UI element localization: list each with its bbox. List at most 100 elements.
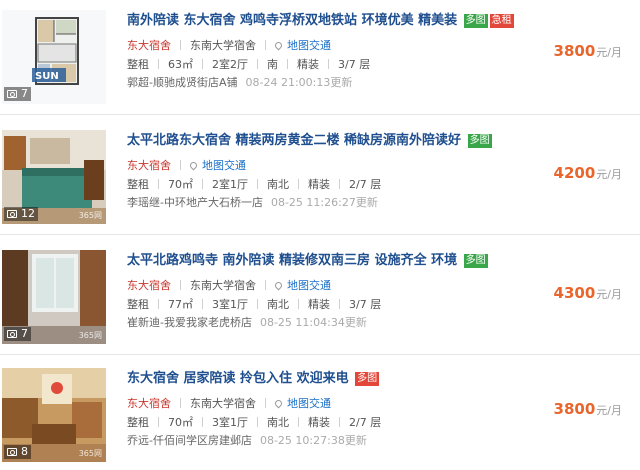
- listing-card[interactable]: 12 365网 太平北路东大宿舍 精装两房黄金二楼 稀缺房源南外陪读好 多图 东…: [0, 120, 640, 232]
- listing-card[interactable]: SUN 7 南外陪读 东大宿舍 鸡鸣寺浮桥双地铁站 环境优美 精美装 多图 急租 …: [0, 0, 640, 112]
- camera-icon: [7, 448, 17, 456]
- listing-thumbnail[interactable]: 12 365网: [2, 130, 106, 224]
- separator: [202, 59, 203, 69]
- photo-count: 7: [4, 87, 31, 101]
- camera-icon: [7, 210, 17, 218]
- decoration: 精装: [308, 416, 330, 429]
- separator: [180, 160, 181, 170]
- tag-multi-photo: 多图: [467, 134, 492, 148]
- location-pin-icon: [273, 280, 284, 290]
- separator: [257, 59, 258, 69]
- agent-name[interactable]: 乔远-仟佰间学区房建邺店: [127, 432, 252, 448]
- map-traffic-link[interactable]: 地图交通: [273, 37, 331, 53]
- update-time: 08-24 21:00:13更新: [245, 76, 353, 89]
- community-link[interactable]: 东大宿舍: [127, 37, 171, 53]
- separator: [202, 299, 203, 309]
- separator: [158, 417, 159, 427]
- update-time: 08-25 10:27:38更新: [259, 434, 367, 447]
- orientation: 南: [267, 58, 278, 71]
- location-pin-icon: [188, 160, 199, 170]
- price: 4200元/月: [553, 164, 622, 182]
- area-name[interactable]: 东南大学宿舍: [190, 395, 256, 411]
- watermark-logo: 365网: [78, 331, 102, 340]
- location-pin-icon: [273, 40, 284, 50]
- area-name[interactable]: 东南大学宿舍: [190, 37, 256, 53]
- separator: [339, 299, 340, 309]
- separator: [158, 59, 159, 69]
- camera-icon: [7, 330, 17, 338]
- price: 4300元/月: [553, 284, 622, 302]
- orientation: 南北: [267, 416, 289, 429]
- map-traffic-link[interactable]: 地图交通: [188, 157, 246, 173]
- decoration: 精装: [308, 178, 330, 191]
- agent-row: 李瑶继-中环地产大石桥一店 08-25 11:26:27更新: [127, 194, 378, 210]
- area-name[interactable]: 东南大学宿舍: [190, 277, 256, 293]
- photo-count: 7: [4, 327, 31, 341]
- separator: [298, 179, 299, 189]
- floor: 3/7 层: [338, 58, 371, 71]
- decoration: 精装: [297, 58, 319, 71]
- watermark-logo: SUN: [35, 71, 59, 82]
- attributes-row: 整租 63㎡ 2室2厅 南 精装 3/7 层: [127, 56, 370, 72]
- separator: [265, 40, 266, 50]
- decoration: 精装: [308, 298, 330, 311]
- size: 70㎡: [168, 178, 193, 191]
- listing-thumbnail[interactable]: 8 365网: [2, 368, 106, 462]
- update-time: 08-25 11:26:27更新: [270, 196, 378, 209]
- separator: [180, 398, 181, 408]
- separator: [202, 417, 203, 427]
- orientation: 南北: [267, 298, 289, 311]
- separator: [257, 299, 258, 309]
- layout: 3室1厅: [212, 416, 248, 429]
- map-traffic-link[interactable]: 地图交通: [273, 277, 331, 293]
- listing-thumbnail[interactable]: 7 365网: [2, 250, 106, 344]
- separator: [180, 280, 181, 290]
- attributes-row: 整租 70㎡ 2室1厅 南北 精装 2/7 层: [127, 176, 381, 192]
- listing-title[interactable]: 东大宿舍 居家陪读 拎包入住 欢迎来电 多图: [127, 367, 380, 386]
- divider: [0, 114, 640, 115]
- tag-urgent: 急租: [489, 14, 514, 28]
- listing-card[interactable]: 8 365网 东大宿舍 居家陪读 拎包入住 欢迎来电 多图 东大宿舍 东南大学宿…: [0, 358, 640, 470]
- separator: [202, 179, 203, 189]
- agent-name[interactable]: 郭超-顺驰成贤街店A铺: [127, 74, 238, 90]
- agent-name[interactable]: 李瑶继-中环地产大石桥一店: [127, 194, 263, 210]
- layout: 2室1厅: [212, 178, 248, 191]
- separator: [265, 398, 266, 408]
- listing-title[interactable]: 南外陪读 东大宿舍 鸡鸣寺浮桥双地铁站 环境优美 精美装 多图 急租: [127, 9, 514, 28]
- size: 63㎡: [168, 58, 193, 71]
- listing-title[interactable]: 太平北路东大宿舍 精装两房黄金二楼 稀缺房源南外陪读好 多图: [127, 129, 492, 148]
- photo-count: 8: [4, 445, 31, 459]
- layout: 2室2厅: [212, 58, 248, 71]
- watermark-logo: 365网: [78, 449, 102, 458]
- separator: [339, 417, 340, 427]
- agent-name[interactable]: 崔新迪-我爱我家老虎桥店: [127, 314, 252, 330]
- layout: 3室1厅: [212, 298, 248, 311]
- location-row: 东大宿舍 东南大学宿舍 地图交通: [127, 277, 331, 293]
- separator: [287, 59, 288, 69]
- map-traffic-link[interactable]: 地图交通: [273, 395, 331, 411]
- community-link[interactable]: 东大宿舍: [127, 395, 171, 411]
- listing-thumbnail[interactable]: SUN 7: [2, 10, 106, 104]
- community-link[interactable]: 东大宿舍: [127, 277, 171, 293]
- rent-type: 整租: [127, 178, 149, 191]
- agent-row: 乔远-仟佰间学区房建邺店 08-25 10:27:38更新: [127, 432, 367, 448]
- size: 77㎡: [168, 298, 193, 311]
- agent-row: 郭超-顺驰成贤街店A铺 08-24 21:00:13更新: [127, 74, 352, 90]
- agent-row: 崔新迪-我爱我家老虎桥店 08-25 11:04:34更新: [127, 314, 367, 330]
- community-link[interactable]: 东大宿舍: [127, 157, 171, 173]
- size: 70㎡: [168, 416, 193, 429]
- update-time: 08-25 11:04:34更新: [259, 316, 367, 329]
- location-row: 东大宿舍 东南大学宿舍 地图交通: [127, 37, 331, 53]
- listing-card[interactable]: 7 365网 太平北路鸡鸣寺 南外陪读 精装修双南三房 设施齐全 环境 多图 东…: [0, 240, 640, 352]
- listing-title[interactable]: 太平北路鸡鸣寺 南外陪读 精装修双南三房 设施齐全 环境 多图: [127, 249, 488, 268]
- separator: [339, 179, 340, 189]
- location-row: 东大宿舍 地图交通: [127, 157, 246, 173]
- rent-type: 整租: [127, 298, 149, 311]
- price: 3800元/月: [553, 400, 622, 418]
- floor: 2/7 层: [349, 178, 382, 191]
- rent-type: 整租: [127, 58, 149, 71]
- separator: [298, 299, 299, 309]
- tag-multi-photo: 多图: [463, 14, 488, 28]
- location-row: 东大宿舍 东南大学宿舍 地图交通: [127, 395, 331, 411]
- separator: [257, 179, 258, 189]
